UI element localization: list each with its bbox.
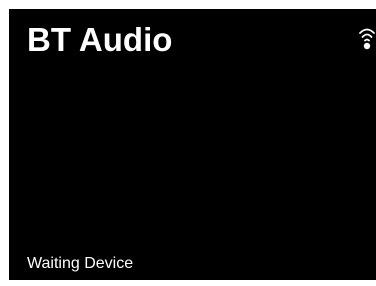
device-screen: BT Audio Waiting Device	[9, 9, 376, 280]
screen-title: BT Audio	[27, 21, 173, 58]
signal-icon	[359, 28, 375, 50]
connection-status: Waiting Device	[27, 255, 134, 272]
